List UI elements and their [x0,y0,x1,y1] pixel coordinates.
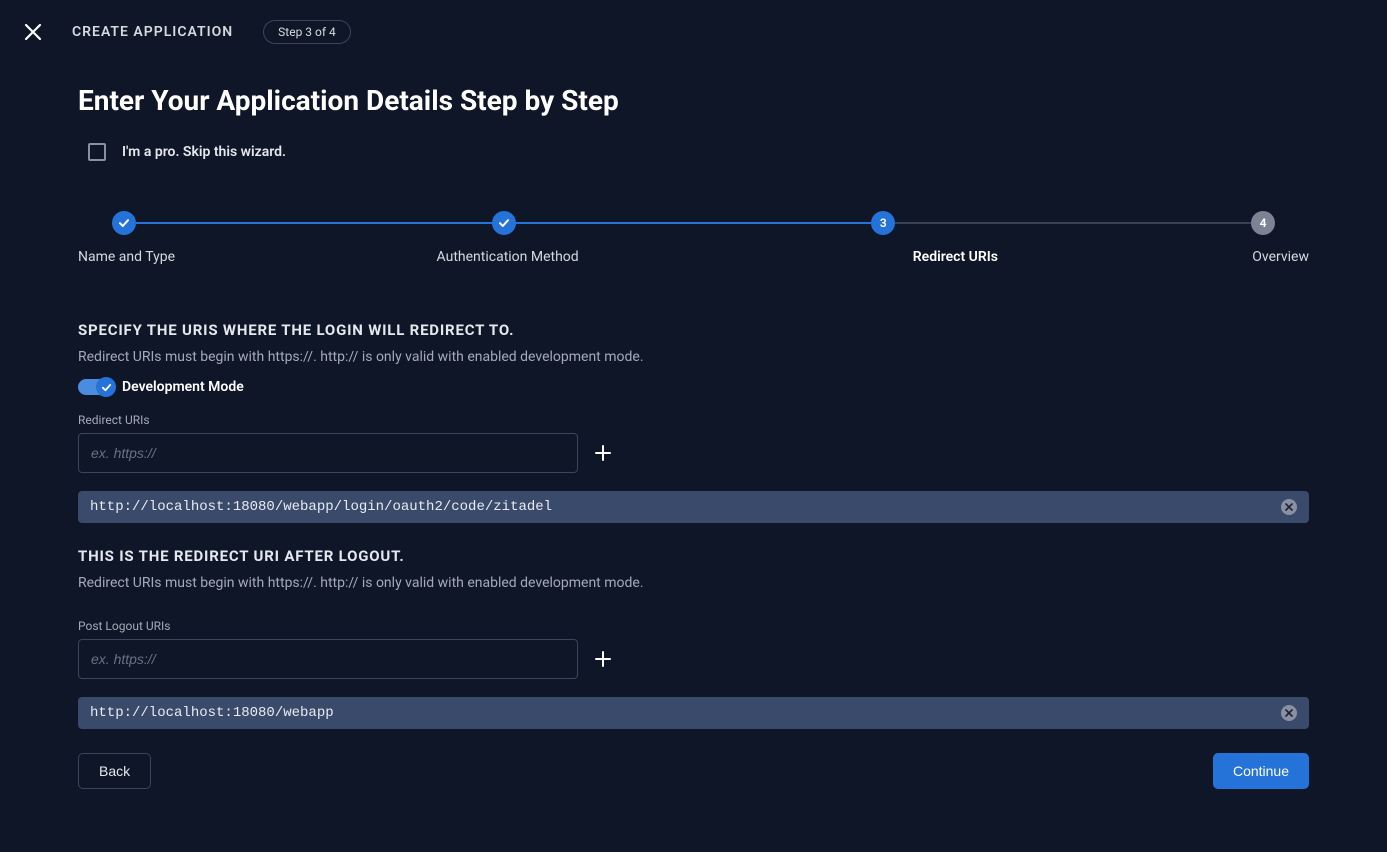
close-icon [1285,709,1293,717]
redirect-uri-input[interactable] [78,433,578,473]
add-redirect-uri-button[interactable] [594,444,612,462]
step-4-circle[interactable]: 4 [1251,211,1275,235]
redirect-uri-entry: http://localhost:18080/webapp/login/oaut… [78,491,1309,523]
post-logout-uri-entry: http://localhost:18080/webapp [78,697,1309,729]
check-icon [101,382,112,393]
plus-icon [594,444,612,462]
skip-wizard-checkbox[interactable] [88,143,106,161]
toggle-knob [96,377,116,397]
plus-icon [594,650,612,668]
logout-section-title: THIS IS THE REDIRECT URI AFTER LOGOUT. [78,547,1309,565]
remove-post-logout-uri-button[interactable] [1281,705,1297,721]
step-1-label: Name and Type [78,249,386,265]
step-connector-2 [516,222,872,224]
step-3-circle[interactable]: 3 [871,211,895,235]
page-title: CREATE APPLICATION [72,24,233,40]
remove-redirect-uri-button[interactable] [1281,499,1297,515]
check-icon [498,217,510,229]
dev-mode-toggle[interactable] [78,379,114,395]
page-heading: Enter Your Application Details Step by S… [78,84,1309,117]
redirect-section-desc: Redirect URIs must begin with https://. … [78,349,1309,365]
step-indicator-chip: Step 3 of 4 [263,20,351,44]
post-logout-uri-value: http://localhost:18080/webapp [90,705,334,721]
redirect-uri-value: http://localhost:18080/webapp/login/oaut… [90,499,552,515]
logout-section-desc: Redirect URIs must begin with https://. … [78,575,1309,591]
dev-mode-row: Development Mode [78,379,1309,395]
post-logout-uri-input[interactable] [78,639,578,679]
check-icon [118,217,130,229]
back-button[interactable]: Back [78,753,151,789]
close-icon [24,23,42,41]
skip-wizard-row: I'm a pro. Skip this wizard. [88,143,1309,161]
skip-wizard-label: I'm a pro. Skip this wizard. [122,144,286,160]
close-button[interactable] [24,23,42,41]
continue-button[interactable]: Continue [1213,753,1309,789]
add-post-logout-uri-button[interactable] [594,650,612,668]
step-2-circle[interactable] [492,211,516,235]
topbar: CREATE APPLICATION Step 3 of 4 [0,0,1387,44]
dev-mode-label: Development Mode [122,379,244,395]
wizard-footer: Back Continue [78,753,1309,789]
stepper: 3 4 Name and Type Authentication Method … [78,211,1309,265]
redirect-uris-label: Redirect URIs [78,413,1309,427]
step-2-label: Authentication Method [354,249,662,265]
step-connector-1 [136,222,492,224]
step-3-label: Redirect URIs [802,249,1110,265]
step-connector-3 [895,222,1251,224]
post-logout-uris-label: Post Logout URIs [78,619,1309,633]
step-1-circle[interactable] [112,211,136,235]
close-icon [1285,503,1293,511]
redirect-section-title: SPECIFY THE URIS WHERE THE LOGIN WILL RE… [78,321,1309,339]
